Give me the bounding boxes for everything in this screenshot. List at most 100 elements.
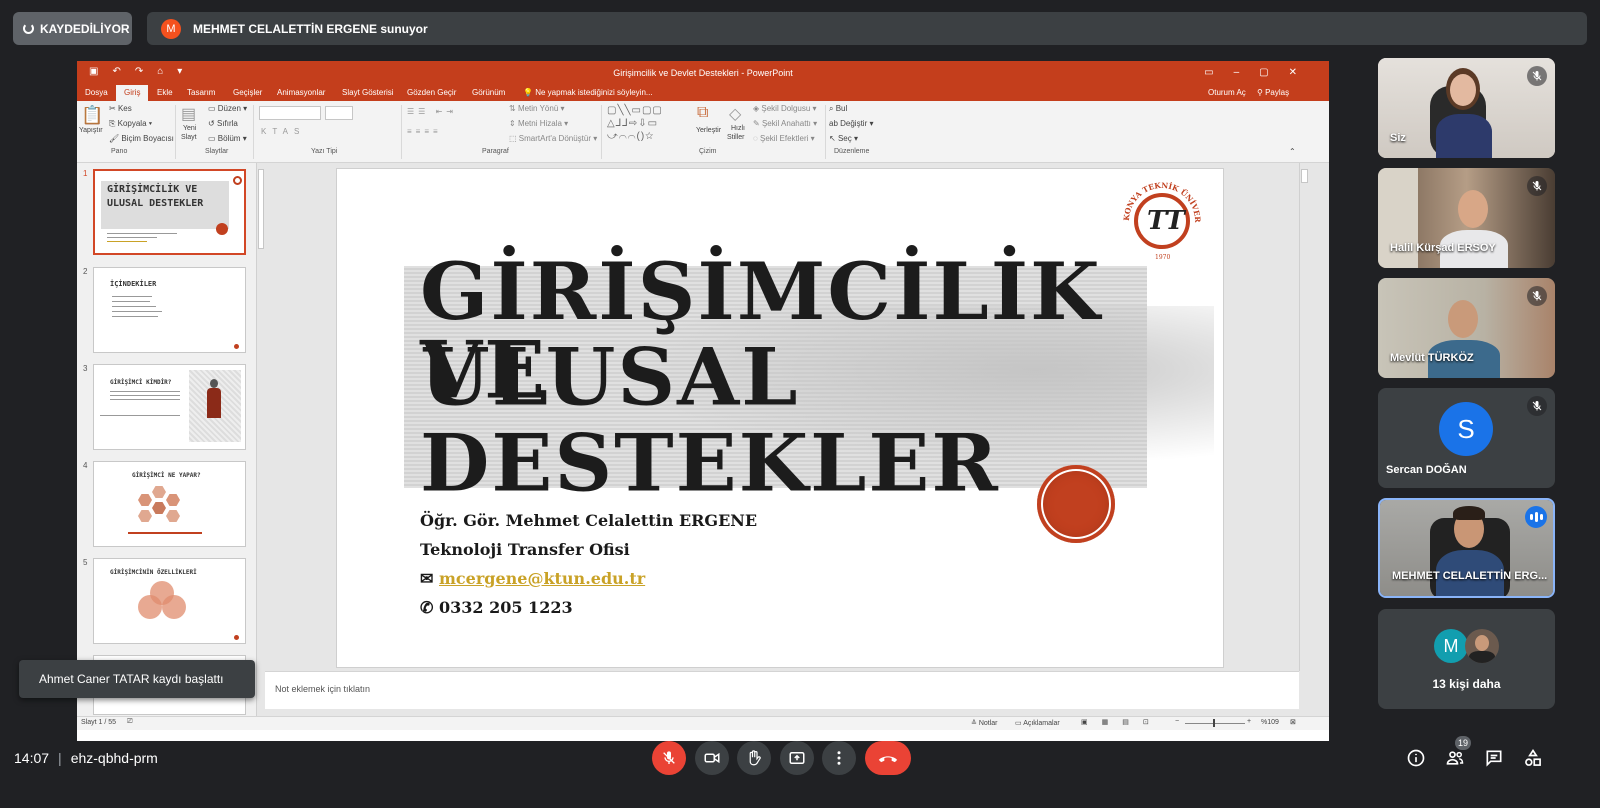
activities-button[interactable] (1520, 745, 1546, 771)
tab-gorunum[interactable]: Görünüm (472, 88, 505, 97)
thumb-hex (152, 486, 166, 498)
quick-styles-label-2[interactable]: Stiller (727, 134, 745, 141)
section-button[interactable]: ▭ Bölüm ▾ (208, 134, 247, 143)
thumb-venn-circle (138, 595, 162, 619)
tab-tasarim[interactable]: Tasarım (187, 88, 215, 97)
thumb-text-line (100, 415, 180, 416)
shape-outline-button[interactable]: ✎ Şekil Anahattı ▾ (753, 119, 817, 128)
format-painter-button[interactable]: 🖌 Biçim Boyacısı (109, 134, 174, 143)
zoom-slider-thumb[interactable] (1213, 719, 1215, 727)
font-size-box[interactable] (325, 106, 353, 120)
meeting-details-button[interactable] (1403, 745, 1429, 771)
svg-text:TT: TT (1147, 206, 1186, 236)
participant-avatar-photo (1465, 629, 1499, 663)
quick-styles-label-1[interactable]: Hızlı (731, 125, 745, 132)
group-pano: Pano (111, 148, 128, 155)
shape-effects-button[interactable]: ◌ Şekil Efektleri ▾ (753, 134, 815, 143)
scrollbar-thumb[interactable] (258, 169, 264, 249)
text-direction-button[interactable]: ⇅ Metin Yönü ▾ (509, 104, 565, 113)
copy-button[interactable]: ⎘ Kopyala ▾ (109, 119, 152, 129)
camera-icon (704, 752, 720, 764)
raise-hand-button[interactable] (737, 741, 771, 775)
paste-icon[interactable]: 📋 (81, 105, 103, 126)
new-slide-icon[interactable]: ▤ (181, 104, 196, 124)
new-slide-label-1[interactable]: Yeni (183, 125, 196, 132)
current-slide[interactable]: GİRİŞİMCİLİK VE ULUSAL DESTEKLER Öğr. Gö… (336, 168, 1224, 668)
slide-thumbnail-2[interactable]: İÇİNDEKİLER (93, 267, 246, 353)
smartart-button[interactable]: ⬚ SmartArt'a Dönüştür ▾ (509, 134, 597, 143)
replace-button[interactable]: ab Değiştir ▾ (829, 119, 874, 128)
find-button[interactable]: ⌕ Bul (829, 104, 847, 114)
chat-icon (1486, 750, 1502, 767)
notes-pane[interactable]: Not eklemek için tıklatın (265, 671, 1299, 709)
signin-link[interactable]: Oturum Aç (1208, 88, 1246, 97)
new-slide-label-2[interactable]: Slayt (181, 134, 197, 141)
mic-toggle-button[interactable] (652, 741, 686, 775)
notes-toggle[interactable]: ≙ Notlar (971, 719, 998, 727)
tab-giris[interactable]: Giriş (116, 85, 149, 101)
present-screen-button[interactable] (780, 741, 814, 775)
zoom-level[interactable]: %109 (1261, 719, 1279, 726)
decorative-red-circle (1037, 465, 1115, 543)
ppt-window-title: Girişimcilik ve Devlet Destekleri - Powe… (613, 68, 793, 78)
slide-scrollbar[interactable] (1299, 163, 1309, 671)
chat-button[interactable] (1481, 745, 1507, 771)
shape-fill-button[interactable]: ◈ Şekil Dolgusu ▾ (753, 104, 817, 113)
ppt-status-bar: Slayt 1 / 55 ⎚ ≙ Notlar ▭ Açıklamalar ▣▦… (77, 716, 1329, 730)
participant-tile-4[interactable]: S Sercan DOĞAN (1378, 388, 1555, 488)
window-controls-icon[interactable]: ▭–▢✕ (1204, 67, 1317, 78)
zoom-out-icon[interactable]: − (1175, 718, 1179, 725)
select-label: Seç (837, 134, 852, 143)
thumb-text-line (107, 241, 147, 242)
paste-label[interactable]: Yapıştır (79, 127, 103, 134)
thumb-figure-head (210, 379, 218, 388)
participant-tile-2[interactable]: Halil Kürşad ERSOY (1378, 168, 1555, 268)
slide-thumbnail-3[interactable]: GİRİŞİMCİ KİMDİR? (93, 364, 246, 450)
slide-thumbnail-4[interactable]: GİRİŞİMCİ NE YAPAR? (93, 461, 246, 547)
font-name-box[interactable] (259, 106, 321, 120)
align-icons[interactable]: ≡≡≡≡ (407, 127, 442, 136)
more-options-button[interactable] (822, 741, 856, 775)
camera-toggle-button[interactable] (695, 741, 729, 775)
list-icons[interactable]: ☰☰ ⇤⇥ (407, 107, 457, 116)
arrange-icon[interactable]: ⧉ (697, 104, 708, 122)
tab-gozden-gecir[interactable]: Gözden Geçir (407, 88, 456, 97)
participant-tile-3[interactable]: Mevlüt TÜRKÖZ (1378, 278, 1555, 378)
quick-styles-icon[interactable]: ◇ (729, 104, 741, 124)
tab-slayt-gosterisi[interactable]: Slayt Gösterisi (342, 88, 394, 97)
end-call-button[interactable] (865, 741, 911, 775)
zoom-slider[interactable] (1185, 723, 1245, 724)
meeting-code[interactable]: ehz-qbhd-prm (71, 750, 158, 766)
zoom-in-icon[interactable]: + (1247, 718, 1251, 725)
cut-button[interactable]: ✂ Kes (109, 104, 132, 113)
recording-indicator[interactable]: KAYDEDİLİYOR (13, 12, 132, 45)
spellcheck-icon[interactable]: ⎚ (127, 718, 133, 726)
comments-toggle[interactable]: ▭ Açıklamalar (1015, 719, 1060, 727)
more-participants-tile[interactable]: M 13 kişi daha (1378, 609, 1555, 709)
participant-tile-presenter[interactable]: MEHMET CELALETTİN ERG... (1378, 498, 1555, 598)
arrange-label[interactable]: Yerleştir (696, 127, 721, 134)
fit-slide-icon[interactable]: ⊠ (1290, 718, 1296, 726)
font-format-icons[interactable]: KTAS (261, 127, 305, 136)
group-duzenleme: Düzenleme (834, 148, 870, 155)
collapse-ribbon-icon[interactable]: ⌃ (1289, 147, 1296, 156)
layout-button[interactable]: ▭ Düzen ▾ (208, 104, 247, 113)
tab-animasyonlar[interactable]: Animasyonlar (277, 88, 325, 97)
select-button[interactable]: ↖ Seç ▾ (829, 134, 858, 143)
tab-dosya[interactable]: Dosya (85, 88, 108, 97)
tab-ekle[interactable]: Ekle (157, 88, 173, 97)
thumbnails-scrollbar[interactable] (256, 163, 265, 716)
reset-button[interactable]: ↺ Sıfırla (208, 119, 238, 128)
slide-email-link[interactable]: mcergene@ktun.edu.tr (439, 569, 645, 588)
presenter-text: MEHMET CELALETTİN ERGENE sunuyor (193, 21, 428, 36)
slide-thumbnail-1[interactable]: GİRİŞİMCİLİK VE ULUSAL DESTEKLER (93, 169, 246, 255)
slide-thumbnail-5[interactable]: GİRİŞİMCİNİN ÖZELLİKLERİ (93, 558, 246, 644)
share-button[interactable]: ⚲ Paylaş (1257, 88, 1289, 97)
view-buttons-icon[interactable]: ▣▦▤⊡ (1081, 718, 1163, 726)
tell-me-box[interactable]: 💡 Ne yapmak istediğinizi söyleyin... (523, 88, 653, 97)
scrollbar-thumb[interactable] (1301, 169, 1308, 183)
participant-tile-self[interactable]: Siz (1378, 58, 1555, 158)
tab-gecisler[interactable]: Geçişler (233, 88, 262, 97)
align-text-button[interactable]: ⇕ Metni Hizala ▾ (509, 119, 568, 128)
shapes-gallery-icon[interactable]: ▢╲╲▭▢▢ △⅃⅃⇨⇩▭ ⤻⌒⌒()☆ (607, 104, 663, 143)
